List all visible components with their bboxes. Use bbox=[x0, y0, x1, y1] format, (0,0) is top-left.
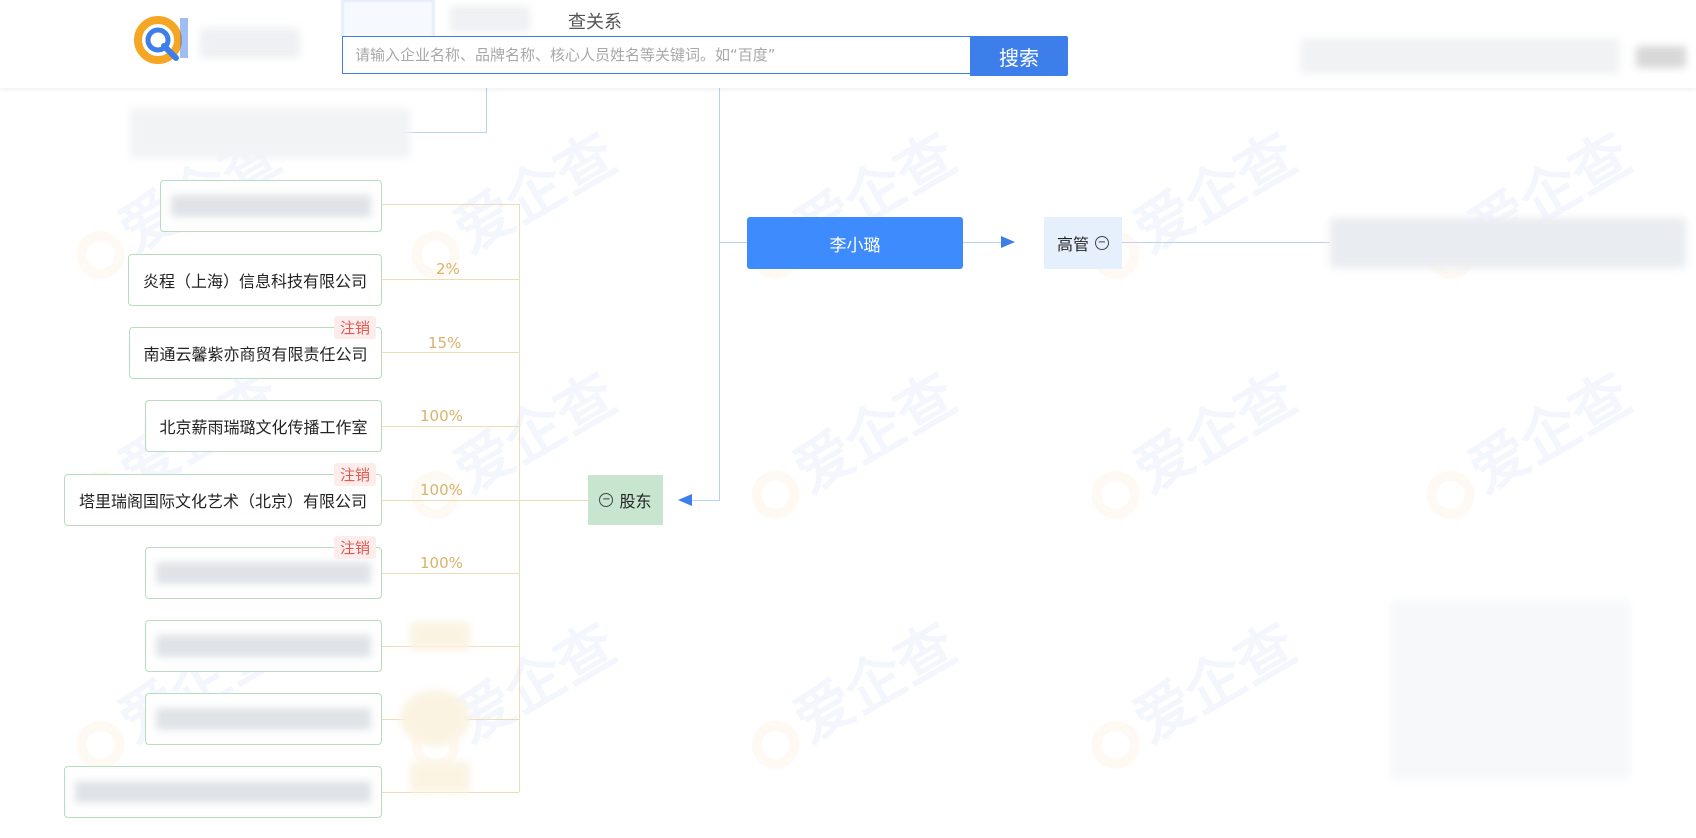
company-node[interactable]: 炎程（上海）信息科技有限公司 bbox=[128, 254, 382, 306]
watermark: 爱企查 bbox=[1069, 599, 1308, 786]
blurred-node[interactable] bbox=[130, 108, 410, 158]
branch-line bbox=[382, 352, 519, 353]
logo-icon[interactable] bbox=[132, 12, 192, 72]
blurred-logo-text bbox=[200, 28, 300, 58]
branch-line bbox=[382, 500, 519, 501]
search-input[interactable] bbox=[342, 36, 970, 74]
executive-node[interactable]: 高管 − bbox=[1044, 217, 1122, 269]
arrow-right-icon bbox=[1001, 236, 1015, 248]
status-badge: 注销 bbox=[334, 463, 377, 486]
company-name: 炎程（上海）信息科技有限公司 bbox=[142, 272, 367, 291]
branch-line bbox=[382, 573, 519, 574]
company-name: 塔里瑞阁国际文化艺术（北京）有限公司 bbox=[78, 492, 367, 511]
blurred-region bbox=[1390, 600, 1630, 780]
tab-blurred[interactable] bbox=[342, 0, 434, 37]
watermark: 爱企查 bbox=[1069, 349, 1308, 536]
top-header: 查关系 搜索 bbox=[0, 0, 1696, 88]
share-percent: 2% bbox=[436, 260, 460, 278]
company-name: 南通云馨紫亦商贸有限责任公司 bbox=[143, 345, 368, 364]
connector-line bbox=[1122, 242, 1330, 243]
person-name: 李小璐 bbox=[829, 235, 881, 256]
share-percent: 100% bbox=[420, 481, 463, 499]
company-name: 北京薪雨瑞璐文化传播工作室 bbox=[159, 418, 368, 437]
arrow-left-icon bbox=[678, 494, 692, 506]
connector-line bbox=[719, 88, 720, 500]
shareholder-label: 股东 bbox=[619, 492, 652, 511]
person-node[interactable]: 李小璐 bbox=[747, 217, 963, 269]
shareholder-node[interactable]: − 股东 bbox=[588, 475, 663, 525]
search-button[interactable]: 搜索 bbox=[970, 36, 1068, 76]
watermark: 爱企查 bbox=[729, 599, 968, 786]
collapse-icon[interactable]: − bbox=[1095, 236, 1109, 250]
company-node-blurred[interactable] bbox=[145, 693, 382, 745]
connector-line bbox=[719, 242, 747, 243]
status-badge: 注销 bbox=[334, 316, 377, 339]
watermark: 爱企查 bbox=[389, 109, 628, 296]
share-percent: 100% bbox=[420, 554, 463, 572]
blurred-share bbox=[410, 622, 470, 650]
company-node-blurred[interactable] bbox=[145, 620, 382, 672]
company-node-blurred[interactable] bbox=[160, 180, 382, 232]
blurred-avatar[interactable] bbox=[1636, 46, 1686, 68]
shareholder-trunk bbox=[519, 204, 520, 792]
branch-line bbox=[382, 792, 519, 793]
blurred-share bbox=[410, 762, 470, 792]
branch-line bbox=[382, 204, 519, 205]
blurred-header-right bbox=[1300, 38, 1620, 74]
company-node[interactable]: 北京薪雨瑞璐文化传播工作室 bbox=[145, 400, 382, 452]
watermark: 爱企查 bbox=[729, 349, 968, 536]
collapse-icon[interactable]: − bbox=[599, 493, 614, 507]
company-node-blurred[interactable] bbox=[64, 766, 382, 818]
blurred-company-node[interactable] bbox=[1330, 218, 1686, 268]
shareholder-line bbox=[519, 500, 588, 501]
watermark: 爱企查 bbox=[1404, 349, 1643, 536]
executive-label: 高管 bbox=[1056, 235, 1089, 254]
status-badge: 注销 bbox=[334, 536, 377, 559]
share-percent: 100% bbox=[420, 407, 463, 425]
branch-line bbox=[382, 279, 519, 280]
share-percent: 15% bbox=[428, 334, 462, 352]
connector-line bbox=[486, 88, 487, 133]
branch-line bbox=[382, 426, 519, 427]
blurred-tab[interactable] bbox=[450, 6, 530, 32]
tab-check-relation[interactable]: 查关系 bbox=[568, 8, 622, 34]
blurred-share bbox=[400, 690, 470, 746]
